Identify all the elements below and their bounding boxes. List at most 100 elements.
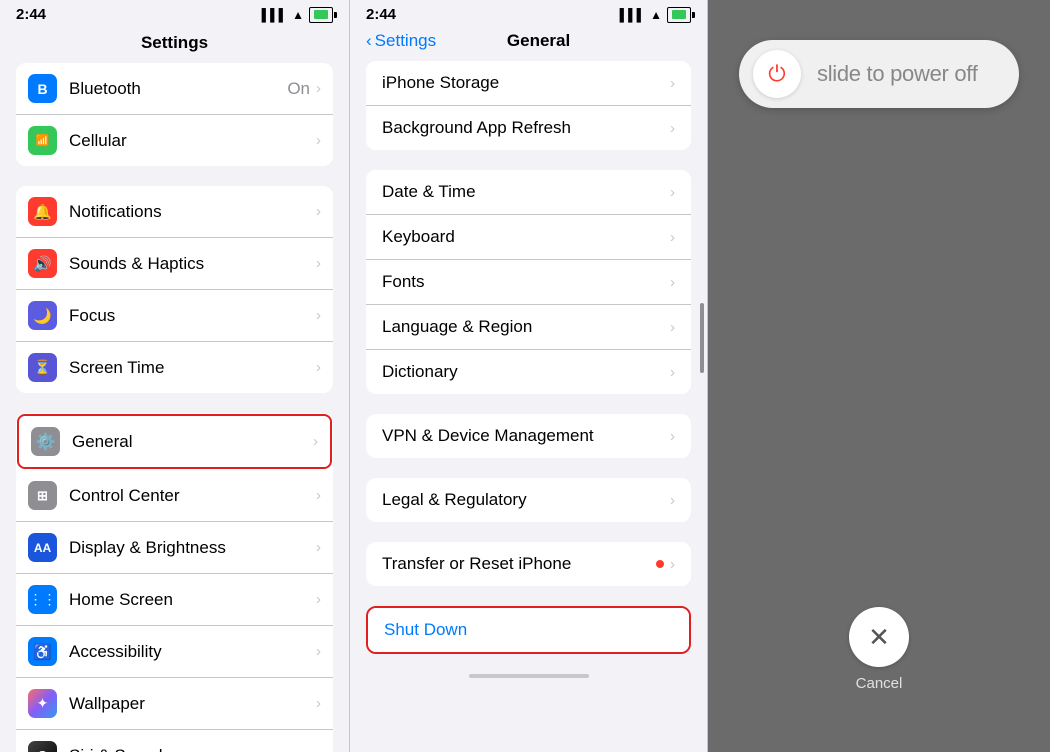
sidebar-item-accessibility[interactable]: ♿ Accessibility › xyxy=(16,626,333,678)
settings-group-connectivity: B Bluetooth On › 📶 Cellular › xyxy=(16,63,333,166)
general-group-legal: Legal & Regulatory › xyxy=(366,478,691,522)
chevron-icon: › xyxy=(316,359,321,376)
display-icon: AA xyxy=(28,533,57,562)
chevron-icon: › xyxy=(316,487,321,504)
sidebar-item-general[interactable]: ⚙️ General › xyxy=(17,414,332,469)
battery-icon-mid xyxy=(667,7,691,23)
sidebar-item-wallpaper[interactable]: ✦ Wallpaper › xyxy=(16,678,333,730)
sidebar-item-controlcenter[interactable]: ⊞ Control Center › xyxy=(16,470,333,522)
signal-icon-mid: ▌▌▌ xyxy=(620,8,646,22)
cellular-icon: 📶 xyxy=(28,126,57,155)
sidebar-item-siri[interactable]: S Siri & Search › xyxy=(16,730,333,752)
back-chevron-icon: ‹ xyxy=(366,31,372,51)
iphone-storage-label: iPhone Storage xyxy=(382,73,670,93)
power-button-circle[interactable]: ⏻ xyxy=(753,50,801,98)
bluetooth-value: On xyxy=(287,79,310,99)
power-slider[interactable]: ⏻ slide to power off xyxy=(739,40,1019,108)
power-icon: ⏻ xyxy=(768,61,785,87)
back-button[interactable]: ‹ Settings xyxy=(366,31,436,51)
scroll-indicator xyxy=(700,303,704,373)
settings-list: B Bluetooth On › 📶 Cellular › 🔔 Notifica… xyxy=(0,63,349,752)
chevron-icon: › xyxy=(670,428,675,445)
shutdown-label: Shut Down xyxy=(384,620,673,640)
bottom-scroll-bar xyxy=(469,674,589,678)
focus-label: Focus xyxy=(69,306,316,326)
general-item-keyboard[interactable]: Keyboard › xyxy=(366,215,691,260)
status-bar-left: 2:44 ▌▌▌ ▲ xyxy=(0,0,349,27)
chevron-icon: › xyxy=(316,591,321,608)
red-dot xyxy=(656,560,664,568)
cancel-x-icon: ✕ xyxy=(868,622,890,653)
settings-title: Settings xyxy=(0,27,349,63)
accessibility-icon: ♿ xyxy=(28,637,57,666)
general-item-iphone-storage[interactable]: iPhone Storage › xyxy=(366,61,691,106)
general-group-vpn: VPN & Device Management › xyxy=(366,414,691,458)
general-group-transfer: Transfer or Reset iPhone › xyxy=(366,542,691,586)
sidebar-item-sounds[interactable]: 🔊 Sounds & Haptics › xyxy=(16,238,333,290)
chevron-icon: › xyxy=(670,492,675,509)
vpn-label: VPN & Device Management xyxy=(382,426,670,446)
sidebar-item-cellular[interactable]: 📶 Cellular › xyxy=(16,115,333,166)
general-label: General xyxy=(72,432,313,452)
chevron-icon: › xyxy=(670,229,675,246)
fonts-label: Fonts xyxy=(382,272,670,292)
chevron-icon: › xyxy=(670,75,675,92)
chevron-icon: › xyxy=(313,433,318,450)
general-panel: 2:44 ▌▌▌ ▲ ‹ Settings General iPhone Sto… xyxy=(350,0,708,752)
legal-label: Legal & Regulatory xyxy=(382,490,670,510)
sidebar-item-focus[interactable]: 🌙 Focus › xyxy=(16,290,333,342)
time-left: 2:44 xyxy=(16,6,46,23)
general-list: iPhone Storage › Background App Refresh … xyxy=(350,61,707,752)
homescreen-label: Home Screen xyxy=(69,590,316,610)
chevron-icon: › xyxy=(316,747,321,752)
chevron-icon: › xyxy=(316,132,321,149)
chevron-icon: › xyxy=(316,203,321,220)
power-off-panel: ⏻ slide to power off ✕ Cancel xyxy=(708,0,1050,752)
datetime-label: Date & Time xyxy=(382,182,670,202)
chevron-icon: › xyxy=(316,695,321,712)
siri-label: Siri & Search xyxy=(69,746,316,752)
screentime-label: Screen Time xyxy=(69,358,316,378)
general-item-legal[interactable]: Legal & Regulatory › xyxy=(366,478,691,522)
general-item-dictionary[interactable]: Dictionary › xyxy=(366,350,691,394)
time-middle: 2:44 xyxy=(366,6,396,23)
sidebar-item-homescreen[interactable]: ⋮⋮ Home Screen › xyxy=(16,574,333,626)
general-item-bg-refresh[interactable]: Background App Refresh › xyxy=(366,106,691,150)
chevron-icon: › xyxy=(670,364,675,381)
cellular-label: Cellular xyxy=(69,131,316,151)
wallpaper-icon: ✦ xyxy=(28,689,57,718)
general-item-vpn[interactable]: VPN & Device Management › xyxy=(366,414,691,458)
transfer-label: Transfer or Reset iPhone xyxy=(382,554,656,574)
chevron-icon: › xyxy=(670,319,675,336)
cancel-button[interactable]: ✕ xyxy=(849,607,909,667)
general-header: ‹ Settings General xyxy=(350,27,707,61)
chevron-icon: › xyxy=(670,556,675,573)
chevron-icon: › xyxy=(316,643,321,660)
general-group-storage: iPhone Storage › Background App Refresh … xyxy=(366,61,691,150)
general-item-fonts[interactable]: Fonts › xyxy=(366,260,691,305)
signal-icon: ▌▌▌ xyxy=(262,8,288,22)
sidebar-item-screentime[interactable]: ⏳ Screen Time › xyxy=(16,342,333,393)
general-item-shutdown[interactable]: Shut Down xyxy=(368,608,689,652)
display-label: Display & Brightness xyxy=(69,538,316,558)
chevron-icon: › xyxy=(316,539,321,556)
general-item-datetime[interactable]: Date & Time › xyxy=(366,170,691,215)
general-item-transfer[interactable]: Transfer or Reset iPhone › xyxy=(366,542,691,586)
sidebar-item-display[interactable]: AA Display & Brightness › xyxy=(16,522,333,574)
wallpaper-label: Wallpaper xyxy=(69,694,316,714)
sounds-icon: 🔊 xyxy=(28,249,57,278)
language-label: Language & Region xyxy=(382,317,670,337)
general-item-language[interactable]: Language & Region › xyxy=(366,305,691,350)
sidebar-item-bluetooth[interactable]: B Bluetooth On › xyxy=(16,63,333,115)
bluetooth-icon: B xyxy=(28,74,57,103)
wifi-icon-mid: ▲ xyxy=(650,8,662,22)
chevron-icon: › xyxy=(316,255,321,272)
homescreen-icon: ⋮⋮ xyxy=(28,585,57,614)
back-label: Settings xyxy=(375,31,436,51)
general-group-locale: Date & Time › Keyboard › Fonts › Languag… xyxy=(366,170,691,394)
cancel-label: Cancel xyxy=(856,675,903,692)
chevron-icon: › xyxy=(670,274,675,291)
sidebar-item-notifications[interactable]: 🔔 Notifications › xyxy=(16,186,333,238)
settings-group-system: 🔔 Notifications › 🔊 Sounds & Haptics › 🌙… xyxy=(16,186,333,393)
general-title: General xyxy=(436,31,641,51)
